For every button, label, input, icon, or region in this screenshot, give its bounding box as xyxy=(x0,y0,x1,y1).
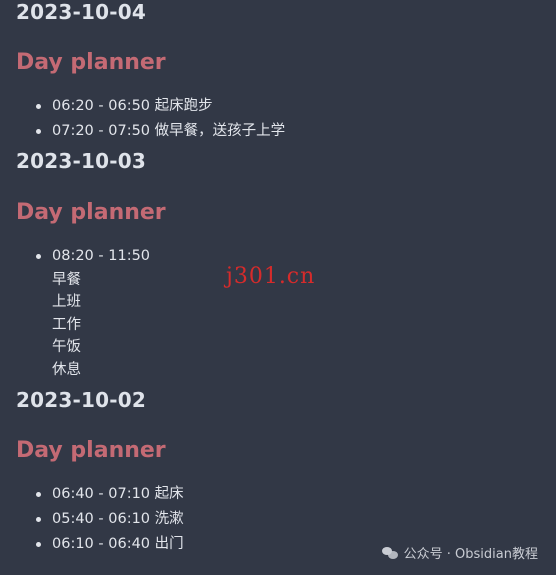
list-item: 05:40 - 06:10 洗漱 xyxy=(36,507,184,532)
section-heading: Day planner xyxy=(16,200,166,225)
list-item: 08:20 - 11:50 早餐 上班 工作 午饭 休息 xyxy=(36,244,150,381)
footer-credit: 公众号 · Obsidian教程 xyxy=(381,543,538,562)
entry-text: 起床 xyxy=(154,486,184,502)
watermark: j301.cn xyxy=(226,264,316,289)
entry-line: 休息 xyxy=(52,361,81,378)
entry-text: 洗漱 xyxy=(154,511,184,527)
entry-list: 06:20 - 06:50 起床跑步 07:20 - 07:50 做早餐，送孩子… xyxy=(36,94,285,144)
entry-list: 08:20 - 11:50 早餐 上班 工作 午饭 休息 xyxy=(36,244,150,381)
date-heading: 2023-10-04 xyxy=(16,0,146,24)
section-heading: Day planner xyxy=(16,438,166,463)
entry-text: 起床跑步 xyxy=(154,98,213,114)
entry-time: 05:40 - 06:10 xyxy=(52,511,151,527)
entry-text: 做早餐，送孩子上学 xyxy=(154,123,286,139)
note-page: 2023-10-04 Day planner 06:20 - 06:50 起床跑… xyxy=(0,0,556,575)
footer-text: 公众号 · Obsidian教程 xyxy=(403,547,538,562)
entry-line: 上班 xyxy=(52,294,81,311)
date-heading: 2023-10-03 xyxy=(16,149,146,173)
section-heading: Day planner xyxy=(16,50,166,75)
entry-line: 早餐 xyxy=(52,272,81,288)
list-item: 06:40 - 07:10 起床 xyxy=(36,482,184,507)
entry-time: 07:20 - 07:50 xyxy=(52,123,151,139)
wechat-icon xyxy=(381,546,398,559)
entry-text: 出门 xyxy=(154,536,184,552)
entry-line: 午饭 xyxy=(52,339,81,356)
list-item: 06:10 - 06:40 出门 xyxy=(36,532,184,557)
entry-line: 工作 xyxy=(52,316,81,333)
entry-sub-lines: 早餐 上班 工作 午饭 休息 xyxy=(52,269,150,381)
date-heading: 2023-10-02 xyxy=(16,388,146,412)
entry-time: 06:40 - 07:10 xyxy=(52,486,151,502)
entry-list: 06:40 - 07:10 起床 05:40 - 06:10 洗漱 06:10 … xyxy=(36,482,184,557)
entry-time: 06:10 - 06:40 xyxy=(52,536,151,552)
entry-time: 08:20 - 11:50 xyxy=(52,248,151,264)
entry-time: 06:20 - 06:50 xyxy=(52,98,151,114)
list-item: 06:20 - 06:50 起床跑步 xyxy=(36,94,285,119)
list-item: 07:20 - 07:50 做早餐，送孩子上学 xyxy=(36,119,285,144)
